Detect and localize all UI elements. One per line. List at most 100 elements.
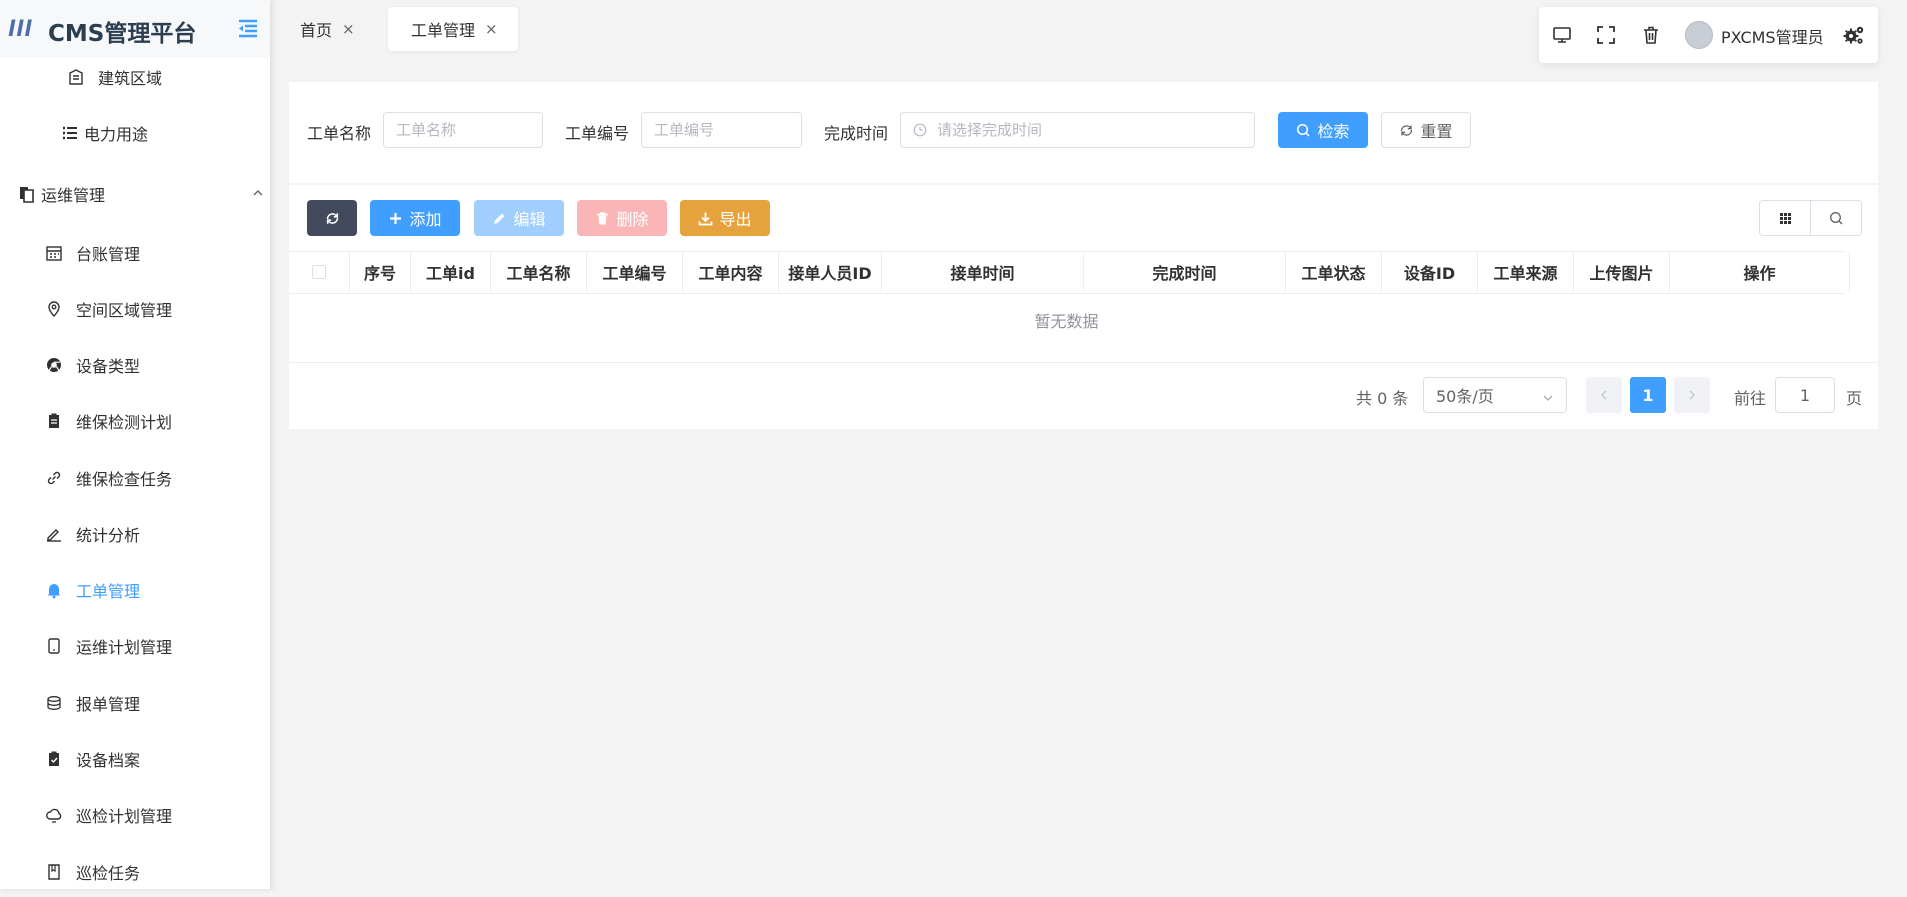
toggle-search-button[interactable]: [1810, 200, 1862, 236]
column-header[interactable]: 工单id: [411, 252, 491, 292]
edit-button[interactable]: 编辑: [474, 200, 564, 236]
work-order-name-input[interactable]: [383, 112, 543, 148]
calendar-icon: [44, 243, 64, 263]
trash-icon: [597, 211, 609, 224]
sidebar-item-inspection-task[interactable]: 巡检任务: [0, 849, 270, 889]
select-all-checkbox[interactable]: [312, 265, 326, 279]
tab-label: 工单管理: [411, 21, 476, 40]
sidebar-item-label: 统计分析: [76, 526, 141, 545]
sidebar-item-label: 设备档案: [76, 751, 141, 770]
logo-bar: lll CMS管理平台: [0, 0, 270, 58]
completion-time-picker[interactable]: 请选择完成时间: [900, 112, 1255, 148]
close-icon[interactable]: ×: [485, 20, 498, 38]
link-icon: [44, 468, 64, 488]
export-button[interactable]: 导出: [680, 200, 770, 236]
chrome-icon: [44, 355, 64, 375]
tab-work-order[interactable]: 工单管理 ×: [388, 7, 518, 51]
column-header[interactable]: 工单名称: [491, 252, 587, 292]
page-size-value: 50条/页: [1436, 387, 1494, 406]
settings-gears-icon[interactable]: [1843, 24, 1865, 46]
bell-icon: [44, 580, 64, 600]
column-header[interactable]: 上传图片: [1574, 252, 1670, 292]
documents-icon: [17, 184, 37, 204]
empty-text: 暂无数据: [1034, 312, 1099, 331]
sidebar-item-label: 设备类型: [76, 357, 141, 376]
trash-icon[interactable]: [1640, 24, 1662, 46]
page-number-current[interactable]: 1: [1630, 377, 1666, 413]
work-order-number-input[interactable]: [641, 112, 802, 148]
sidebar-item-work-order[interactable]: 工单管理: [0, 567, 270, 613]
columns-toggle-button[interactable]: [1759, 200, 1811, 236]
sidebar-item-building-area[interactable]: 建筑区域: [0, 54, 270, 100]
username[interactable]: PXCMS管理员: [1721, 24, 1824, 48]
sidebar-item-maintenance-plan[interactable]: 维保检测计划: [0, 398, 270, 444]
building-icon: [66, 67, 86, 87]
sidebar-item-ledger[interactable]: 台账管理: [0, 230, 270, 276]
sidebar-item-maintenance-task[interactable]: 维保检查任务: [0, 455, 270, 501]
column-header[interactable]: 工单状态: [1286, 252, 1382, 292]
sidebar-item-label: 运维计划管理: [76, 638, 173, 657]
clipboard-icon: [44, 411, 64, 431]
refresh-icon: [1401, 124, 1413, 136]
add-button[interactable]: 添加: [370, 200, 460, 236]
sidebar-item-statistics[interactable]: 统计分析: [0, 511, 270, 557]
chevron-right-icon: [1689, 390, 1695, 400]
logo-icon: lll: [8, 17, 33, 41]
goto-label: 前往: [1734, 389, 1767, 408]
search-button[interactable]: 检索: [1278, 112, 1368, 148]
prev-page-button[interactable]: [1586, 377, 1622, 413]
page-suffix: 页: [1846, 389, 1863, 408]
search-icon: [1829, 211, 1842, 224]
sidebar-group-ops[interactable]: 运维管理: [0, 171, 270, 217]
name-label: 工单名称: [307, 124, 372, 143]
column-header[interactable]: 完成时间: [1084, 252, 1286, 292]
column-header[interactable]: 接单人员ID: [779, 252, 882, 292]
grid-icon: [1779, 212, 1791, 224]
chevron-down-icon: [1542, 389, 1554, 401]
refresh-button[interactable]: [307, 200, 357, 236]
number-label: 工单编号: [565, 124, 630, 143]
column-header[interactable]: 设备ID: [1382, 252, 1478, 292]
tab-home[interactable]: 首页 ×: [300, 7, 372, 51]
monitor-icon[interactable]: [1551, 24, 1573, 46]
sidebar-item-inspection-plan[interactable]: 巡检计划管理: [0, 792, 270, 838]
sidebar-item-ops-plan[interactable]: 运维计划管理: [0, 623, 270, 669]
sidebar-item-label: 报单管理: [76, 695, 141, 714]
sidebar-item-report[interactable]: 报单管理: [0, 680, 270, 726]
column-header[interactable]: 操作: [1670, 252, 1850, 292]
reset-button[interactable]: 重置: [1381, 112, 1471, 148]
sidebar: lll CMS管理平台 建筑区域 电力用途 运维管理 台账管理 空间区域管理 设…: [0, 0, 270, 889]
close-icon[interactable]: ×: [342, 20, 355, 38]
menu-collapse-icon[interactable]: [236, 18, 260, 40]
header-toolbar: PXCMS管理员: [1539, 7, 1878, 63]
column-header[interactable]: 工单来源: [1478, 252, 1574, 292]
page-size-select[interactable]: 50条/页: [1423, 377, 1567, 413]
next-page-button[interactable]: [1674, 377, 1710, 413]
search-form: 工单名称 工单编号 完成时间 请选择完成时间 检索 重置: [289, 82, 1878, 183]
sidebar-item-space-area[interactable]: 空间区域管理: [0, 286, 270, 332]
sidebar-item-label: 台账管理: [76, 245, 141, 264]
list-icon: [60, 123, 80, 143]
pagination-total: 共 0 条: [1356, 389, 1409, 408]
sidebar-item-label: 电力用途: [84, 125, 149, 144]
download-icon: [699, 212, 713, 225]
column-header[interactable]: 序号: [350, 252, 411, 292]
column-header[interactable]: 工单内容: [683, 252, 779, 292]
fullscreen-icon[interactable]: [1595, 24, 1617, 46]
select-all-cell: [289, 252, 350, 292]
sidebar-item-device-archive[interactable]: 设备档案: [0, 736, 270, 782]
delete-button[interactable]: 删除: [577, 200, 667, 236]
search-button-label: 检索: [1317, 122, 1350, 141]
goto-page-input[interactable]: 1: [1775, 377, 1835, 413]
column-header[interactable]: 工单编号: [587, 252, 683, 292]
column-header[interactable]: 接单时间: [882, 252, 1084, 292]
clock-icon: [913, 123, 927, 137]
sidebar-item-power-usage[interactable]: 电力用途: [0, 110, 270, 156]
reset-button-label: 重置: [1420, 122, 1453, 141]
sidebar-item-label: 空间区域管理: [76, 301, 173, 320]
edit-icon: [44, 524, 64, 544]
sidebar-item-device-type[interactable]: 设备类型: [0, 342, 270, 388]
chevron-left-icon: [1601, 390, 1607, 400]
sidebar-item-label: 工单管理: [76, 582, 141, 601]
avatar[interactable]: [1685, 21, 1713, 49]
